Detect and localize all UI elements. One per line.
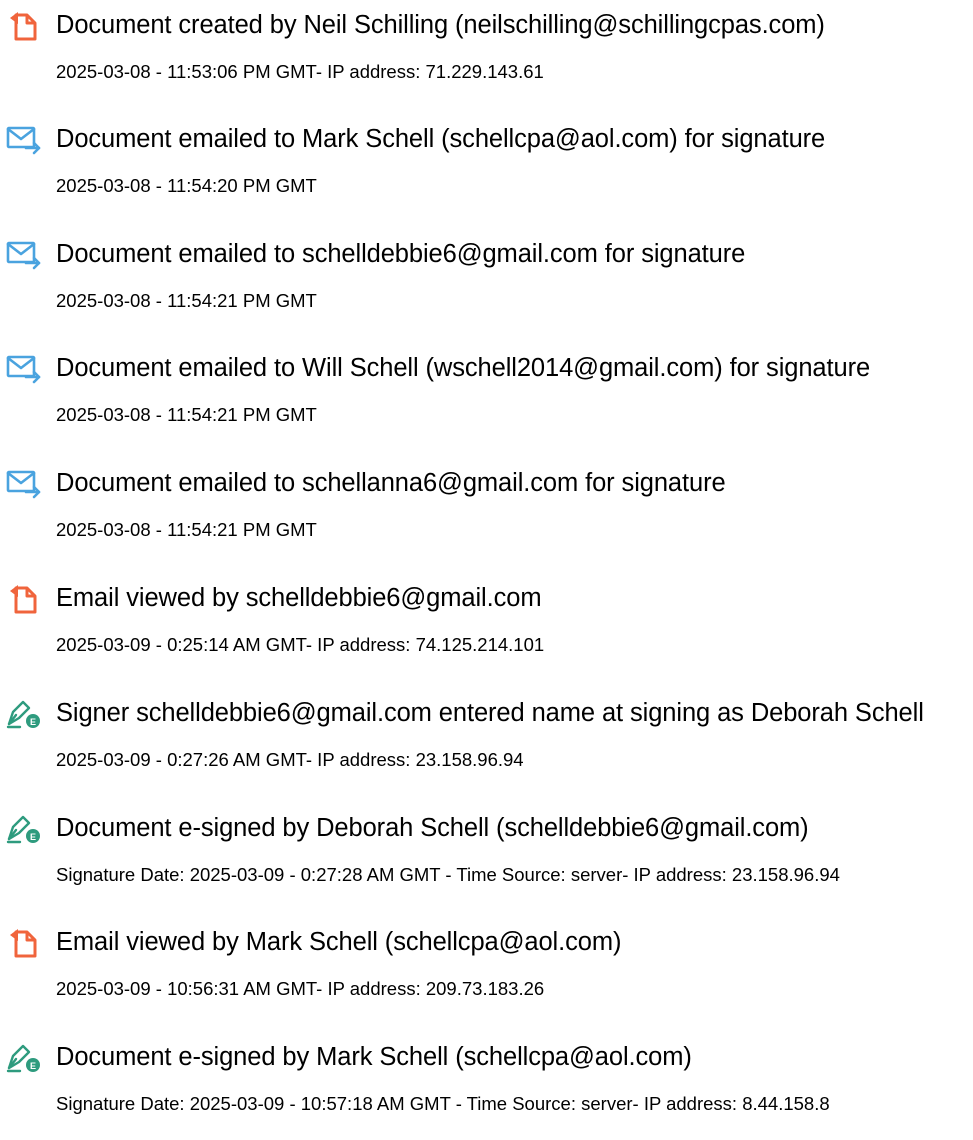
event-detail: 2025-03-09 - 10:56:31 AM GMT- IP address… [56, 978, 545, 999]
event-detail: 2025-03-08 - 11:54:21 PM GMT [56, 290, 317, 311]
event-detail: 2025-03-08 - 11:54:20 PM GMT [56, 175, 317, 196]
event-detail: Signature Date: 2025-03-09 - 10:57:18 AM… [56, 1093, 830, 1114]
email-send-icon [6, 124, 42, 156]
history-event: Document emailed to Mark Schell (schellc… [0, 122, 973, 222]
history-event: Document emailed to schelldebbie6@gmail.… [0, 237, 973, 337]
document-icon [6, 10, 42, 42]
history-event: Document created by Neil Schilling (neil… [0, 8, 973, 108]
history-event: Email viewed by schelldebbie6@gmail.com … [0, 581, 973, 681]
svg-text:E: E [30, 1061, 36, 1071]
event-title: Document created by Neil Schilling (neil… [56, 11, 825, 39]
event-detail: Signature Date: 2025-03-09 - 0:27:28 AM … [56, 864, 840, 885]
event-detail: 2025-03-08 - 11:54:21 PM GMT [56, 404, 317, 425]
history-event: Document emailed to schellanna6@gmail.co… [0, 466, 973, 566]
event-title: Document emailed to schellanna6@gmail.co… [56, 469, 726, 497]
event-detail: 2025-03-08 - 11:53:06 PM GMT- IP address… [56, 61, 544, 82]
event-title: Document emailed to Will Schell (wschell… [56, 354, 871, 382]
document-icon [6, 583, 42, 615]
event-title: Signer schelldebbie6@gmail.com entered n… [56, 699, 924, 727]
event-title: Document e-signed by Mark Schell (schell… [56, 1043, 692, 1071]
esign-pen-icon: E [6, 813, 42, 845]
email-send-icon [6, 468, 42, 500]
history-event: Document emailed to Will Schell (wschell… [0, 351, 973, 451]
event-title: Email viewed by Mark Schell (schellcpa@a… [56, 928, 622, 956]
event-title: Email viewed by schelldebbie6@gmail.com [56, 584, 542, 612]
event-detail: 2025-03-09 - 0:25:14 AM GMT- IP address:… [56, 634, 545, 655]
document-icon [6, 927, 42, 959]
esign-pen-icon: E [6, 698, 42, 730]
history-event: Email viewed by Mark Schell (schellcpa@a… [0, 925, 973, 1025]
email-send-icon [6, 353, 42, 385]
event-title: Document emailed to schelldebbie6@gmail.… [56, 240, 746, 268]
history-event: E Document e-signed by Deborah Schell (s… [0, 811, 973, 911]
history-event: E Document e-signed by Mark Schell (sche… [0, 1040, 973, 1140]
event-title: Document emailed to Mark Schell (schellc… [56, 125, 826, 153]
email-send-icon [6, 239, 42, 271]
event-detail: 2025-03-08 - 11:54:21 PM GMT [56, 519, 317, 540]
event-detail: 2025-03-09 - 0:27:26 AM GMT- IP address:… [56, 749, 524, 770]
event-title: Document e-signed by Deborah Schell (sch… [56, 814, 809, 842]
svg-text:E: E [30, 717, 36, 727]
esign-pen-icon: E [6, 1042, 42, 1074]
history-event: E Signer schelldebbie6@gmail.com entered… [0, 696, 973, 796]
svg-text:E: E [30, 832, 36, 842]
